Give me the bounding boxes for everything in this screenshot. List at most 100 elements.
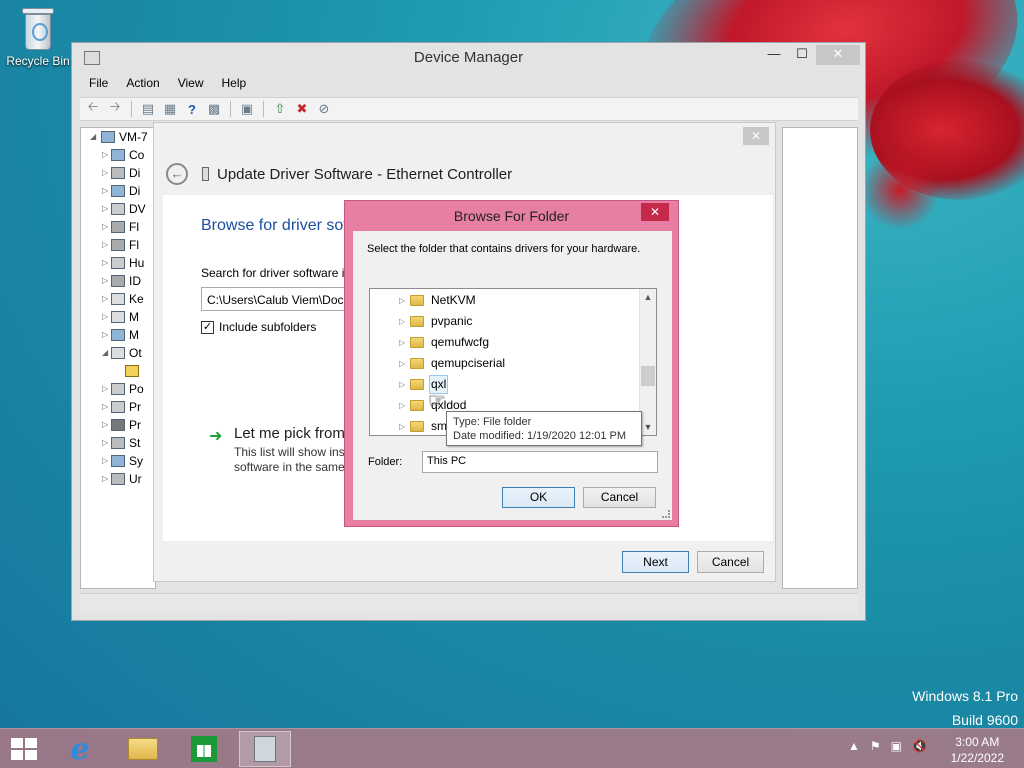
browse-instruction: Select the folder that contains drivers … <box>367 243 641 255</box>
monitor-icon <box>111 329 125 341</box>
device-manager-taskbar-button[interactable] <box>239 731 291 767</box>
computer-icon <box>101 131 115 143</box>
tree-item[interactable]: ▷ Pr <box>81 398 155 416</box>
tree-item[interactable]: ▷ Co <box>81 146 155 164</box>
include-subfolders[interactable]: ✓ Include subfolders <box>201 320 316 334</box>
include-subfolders-checkbox[interactable]: ✓ <box>201 320 214 334</box>
tree-item[interactable]: ▷ M <box>81 308 155 326</box>
tree-item[interactable]: ▷ Ur <box>81 470 155 488</box>
browse-dialog-body: Select the folder that contains drivers … <box>353 231 672 520</box>
tree-item[interactable]: ▷ Po <box>81 380 155 398</box>
title-bar[interactable]: Device Manager — ☐ ✕ <box>72 43 865 73</box>
wallpaper-flower-petal-small <box>860 150 940 230</box>
dvd-drive-icon <box>111 203 125 215</box>
back-icon[interactable]: 🡠 <box>84 99 102 117</box>
help-icon[interactable]: ? <box>183 101 201 117</box>
scan-hardware-icon[interactable]: ▣ <box>238 101 256 117</box>
back-arrow-icon[interactable]: ← <box>166 163 188 185</box>
folder-icon <box>410 316 424 327</box>
menu-action[interactable]: Action <box>117 73 168 95</box>
storage-controller-icon <box>111 437 125 449</box>
view2-icon[interactable]: ▩ <box>205 101 223 117</box>
scroll-thumb[interactable] <box>641 366 655 386</box>
toolbar-separator <box>230 101 231 117</box>
menu-help[interactable]: Help <box>213 73 256 95</box>
show-hidden-icon[interactable]: ▲ <box>848 739 860 753</box>
resize-grip[interactable] <box>662 510 670 518</box>
wizard-close-button[interactable]: ✕ <box>743 127 769 145</box>
wizard-header: ← Update Driver Software - Ethernet Cont… <box>166 163 512 185</box>
next-button[interactable]: Next <box>622 551 689 573</box>
uninstall-icon[interactable]: ✖ <box>293 101 311 117</box>
tooltip-date-modified: Date modified: 1/19/2020 12:01 PM <box>453 430 627 442</box>
tree-item[interactable]: ▷ Di <box>81 164 155 182</box>
usb-icon <box>111 473 125 485</box>
internet-explorer-taskbar-button[interactable]: e <box>54 731 106 767</box>
store-taskbar-button[interactable] <box>178 731 230 767</box>
file-explorer-icon <box>128 738 158 760</box>
pick-from-list-description: This list will show inst software in the… <box>234 445 349 474</box>
minimize-button[interactable]: — <box>760 45 788 65</box>
folder-item-qemupciserial[interactable]: ▷ qemupciserial <box>370 353 640 374</box>
properties-icon[interactable]: ▤ <box>139 101 157 117</box>
toolbar-separator <box>263 101 264 117</box>
mouse-icon <box>111 311 125 323</box>
print-queue-icon <box>111 401 125 413</box>
pick-from-list-title[interactable]: Let me pick from <box>234 425 345 442</box>
ok-button[interactable]: OK <box>502 487 575 508</box>
menu-file[interactable]: File <box>80 73 117 95</box>
recycle-bin[interactable]: Recycle Bin <box>6 6 70 68</box>
ports-icon <box>111 383 125 395</box>
network-icon[interactable]: ▣ <box>891 739 902 753</box>
floppy-controller-icon <box>111 221 125 233</box>
tree-item[interactable]: ▷ St <box>81 434 155 452</box>
folder-item-pvpanic[interactable]: ▷ pvpanic <box>370 311 640 332</box>
scroll-up-icon[interactable]: ▲ <box>640 289 656 305</box>
tree-item[interactable]: ▷ Pr <box>81 416 155 434</box>
device-tree[interactable]: ◢ VM-7 ▷ Co ▷ Di ▷ Di ▷ DV ▷ Fl ▷ Fl ▷ Hu ▷ ID ▷ K… <box>80 127 156 589</box>
clock[interactable]: 3:00 AM 1/22/2022 <box>951 734 1004 766</box>
browse-cancel-button[interactable]: Cancel <box>583 487 656 508</box>
tree-item[interactable]: ▷ Ke <box>81 290 155 308</box>
hid-icon <box>111 257 125 269</box>
tree-item[interactable]: ▷ Di <box>81 182 155 200</box>
tree-item-other-devices[interactable]: ◢ Ot <box>81 344 155 362</box>
folder-input[interactable]: This PC <box>422 451 658 473</box>
update-driver-icon[interactable]: ⇧ <box>271 101 289 117</box>
wizard-cancel-button[interactable]: Cancel <box>697 551 764 573</box>
tree-root[interactable]: ◢ VM-7 <box>81 128 155 146</box>
file-explorer-taskbar-button[interactable] <box>117 731 169 767</box>
system-devices-icon <box>111 455 125 467</box>
tree-item[interactable]: ▷ ID <box>81 272 155 290</box>
tree-item[interactable]: ▷ Sy <box>81 452 155 470</box>
folder-item-netkvm[interactable]: ▷ NetKVM <box>370 290 640 311</box>
maximize-button[interactable]: ☐ <box>788 45 816 65</box>
disable-icon[interactable]: ⊘ <box>315 101 333 117</box>
status-bar <box>80 593 858 613</box>
volume-muted-icon[interactable]: 🔇 <box>912 739 927 753</box>
tree-item-ethernet-controller[interactable] <box>81 362 155 380</box>
recycle-bin-label: Recycle Bin <box>6 54 70 68</box>
tree-item[interactable]: ▷ Fl <box>81 236 155 254</box>
search-location-label: Search for driver software ir <box>201 266 349 280</box>
folder-item-qxl[interactable]: ▷ qxl <box>370 374 640 395</box>
tree-item[interactable]: ▷ Fl <box>81 218 155 236</box>
folder-item-qemufwcfg[interactable]: ▷ qemufwcfg <box>370 332 640 353</box>
browse-for-folder-dialog: Browse For Folder ✕ Select the folder th… <box>344 200 679 527</box>
tree-item[interactable]: ▷ M <box>81 326 155 344</box>
close-button[interactable]: ✕ <box>816 45 860 65</box>
other-devices-icon <box>111 347 125 359</box>
recycle-bin-icon <box>21 8 55 52</box>
tree-item[interactable]: ▷ Hu <box>81 254 155 272</box>
view-icon[interactable]: ▦ <box>161 101 179 117</box>
start-button[interactable] <box>10 737 38 761</box>
store-icon <box>191 736 217 762</box>
device-icon <box>202 167 209 181</box>
flag-icon[interactable]: ⚑ <box>870 739 881 753</box>
menu-view[interactable]: View <box>169 73 213 95</box>
browse-close-button[interactable]: ✕ <box>641 203 669 221</box>
folder-icon <box>410 295 424 306</box>
tree-item[interactable]: ▷ DV <box>81 200 155 218</box>
scroll-down-icon[interactable]: ▼ <box>640 419 656 435</box>
forward-icon[interactable]: 🡢 <box>106 99 124 117</box>
